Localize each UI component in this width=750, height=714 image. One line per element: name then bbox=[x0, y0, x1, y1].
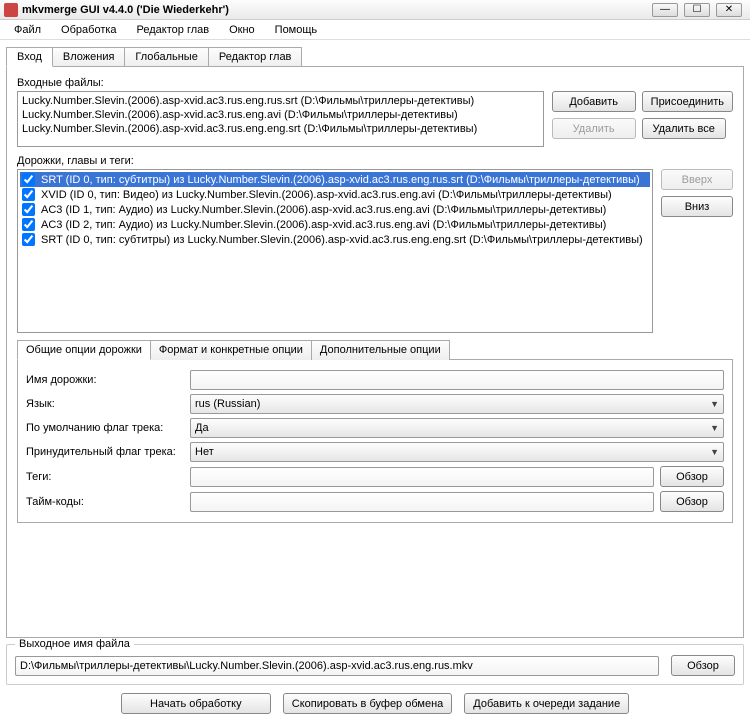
track-row[interactable]: AC3 (ID 1, тип: Аудио) из Lucky.Number.S… bbox=[20, 202, 650, 217]
menu-chapters[interactable]: Редактор глав bbox=[127, 22, 220, 38]
output-file-label: Выходное имя файла bbox=[15, 638, 134, 650]
track-text: SRT (ID 0, тип: субтитры) из Lucky.Numbe… bbox=[41, 174, 640, 186]
main-tabs: Вход Вложения Глобальные Редактор глав bbox=[6, 46, 750, 66]
output-browse-button[interactable]: Обзор bbox=[671, 655, 735, 676]
track-name-label: Имя дорожки: bbox=[26, 374, 184, 386]
inner-tab-extra[interactable]: Дополнительные опции bbox=[311, 340, 450, 360]
tags-input[interactable] bbox=[190, 467, 654, 487]
forced-flag-combo[interactable]: Нет ▼ bbox=[190, 442, 724, 462]
timecodes-label: Тайм-коды: bbox=[26, 496, 184, 508]
tab-input[interactable]: Вход bbox=[6, 47, 53, 67]
tab-page-input: Входные файлы: Lucky.Number.Slevin.(2006… bbox=[6, 66, 744, 638]
tab-attachments[interactable]: Вложения bbox=[52, 47, 126, 67]
track-checkbox[interactable] bbox=[22, 233, 35, 246]
track-checkbox[interactable] bbox=[22, 218, 35, 231]
file-row[interactable]: Lucky.Number.Slevin.(2006).asp-xvid.ac3.… bbox=[20, 94, 541, 108]
track-row[interactable]: AC3 (ID 2, тип: Аудио) из Lucky.Number.S… bbox=[20, 217, 650, 232]
inner-tab-general[interactable]: Общие опции дорожки bbox=[17, 340, 151, 360]
down-button[interactable]: Вниз bbox=[661, 196, 733, 217]
track-name-input[interactable] bbox=[190, 370, 724, 390]
chevron-down-icon: ▼ bbox=[710, 447, 719, 457]
file-row[interactable]: Lucky.Number.Slevin.(2006).asp-xvid.ac3.… bbox=[20, 108, 541, 122]
tags-browse-button[interactable]: Обзор bbox=[660, 466, 724, 487]
maximize-button[interactable]: ☐ bbox=[684, 3, 710, 17]
track-row[interactable]: SRT (ID 0, тип: субтитры) из Lucky.Numbe… bbox=[20, 232, 650, 247]
output-group: Выходное имя файла Обзор bbox=[6, 644, 744, 685]
app-icon bbox=[4, 3, 18, 17]
chevron-down-icon: ▼ bbox=[710, 423, 719, 433]
append-button[interactable]: Присоединить bbox=[642, 91, 733, 112]
input-files-list[interactable]: Lucky.Number.Slevin.(2006).asp-xvid.ac3.… bbox=[17, 91, 544, 147]
timecodes-input[interactable] bbox=[190, 492, 654, 512]
menu-help[interactable]: Помощь bbox=[265, 22, 328, 38]
close-button[interactable]: ✕ bbox=[716, 3, 742, 17]
language-combo[interactable]: rus (Russian) ▼ bbox=[190, 394, 724, 414]
track-checkbox[interactable] bbox=[22, 173, 35, 186]
up-button[interactable]: Вверх bbox=[661, 169, 733, 190]
tab-chapter-editor[interactable]: Редактор глав bbox=[208, 47, 303, 67]
timecodes-browse-button[interactable]: Обзор bbox=[660, 491, 724, 512]
tags-label: Теги: bbox=[26, 471, 184, 483]
track-row[interactable]: XVID (ID 0, тип: Видео) из Lucky.Number.… bbox=[20, 187, 650, 202]
copy-clipboard-button[interactable]: Скопировать в буфер обмена bbox=[283, 693, 452, 714]
track-options-tabs: Общие опции дорожки Формат и конкретные … bbox=[17, 339, 733, 359]
track-text: AC3 (ID 2, тип: Аудио) из Lucky.Number.S… bbox=[41, 219, 606, 231]
menu-window[interactable]: Окно bbox=[219, 22, 265, 38]
default-flag-value: Да bbox=[195, 422, 209, 434]
add-button[interactable]: Добавить bbox=[552, 91, 636, 112]
menubar: Файл Обработка Редактор глав Окно Помощь bbox=[0, 20, 750, 40]
minimize-button[interactable]: — bbox=[652, 3, 678, 17]
track-text: AC3 (ID 1, тип: Аудио) из Lucky.Number.S… bbox=[41, 204, 606, 216]
track-text: XVID (ID 0, тип: Видео) из Lucky.Number.… bbox=[41, 189, 612, 201]
start-button[interactable]: Начать обработку bbox=[121, 693, 271, 714]
forced-flag-label: Принудительный флаг трека: bbox=[26, 446, 184, 458]
language-label: Язык: bbox=[26, 398, 184, 410]
track-options-panel: Имя дорожки: Язык: rus (Russian) ▼ По ум… bbox=[17, 359, 733, 523]
track-checkbox[interactable] bbox=[22, 188, 35, 201]
default-flag-combo[interactable]: Да ▼ bbox=[190, 418, 724, 438]
remove-all-button[interactable]: Удалить все bbox=[642, 118, 726, 139]
titlebar: mkvmerge GUI v4.4.0 ('Die Wiederkehr') —… bbox=[0, 0, 750, 20]
window-title: mkvmerge GUI v4.4.0 ('Die Wiederkehr') bbox=[22, 4, 229, 16]
language-value: rus (Russian) bbox=[195, 398, 260, 410]
default-flag-label: По умолчанию флаг трека: bbox=[26, 422, 184, 434]
menu-mux[interactable]: Обработка bbox=[51, 22, 126, 38]
tracks-list[interactable]: SRT (ID 0, тип: субтитры) из Lucky.Numbe… bbox=[17, 169, 653, 333]
inner-tab-format[interactable]: Формат и конкретные опции bbox=[150, 340, 312, 360]
track-text: SRT (ID 0, тип: субтитры) из Lucky.Numbe… bbox=[41, 234, 643, 246]
output-file-input[interactable] bbox=[15, 656, 659, 676]
forced-flag-value: Нет bbox=[195, 446, 214, 458]
tracks-label: Дорожки, главы и теги: bbox=[17, 155, 733, 167]
bottom-buttons: Начать обработку Скопировать в буфер обм… bbox=[0, 693, 750, 714]
add-queue-button[interactable]: Добавить к очереди задание bbox=[464, 693, 629, 714]
file-row[interactable]: Lucky.Number.Slevin.(2006).asp-xvid.ac3.… bbox=[20, 122, 541, 136]
menu-file[interactable]: Файл bbox=[4, 22, 51, 38]
remove-button[interactable]: Удалить bbox=[552, 118, 636, 139]
track-checkbox[interactable] bbox=[22, 203, 35, 216]
track-row[interactable]: SRT (ID 0, тип: субтитры) из Lucky.Numbe… bbox=[20, 172, 650, 187]
chevron-down-icon: ▼ bbox=[710, 399, 719, 409]
input-files-label: Входные файлы: bbox=[17, 77, 733, 89]
tab-global[interactable]: Глобальные bbox=[124, 47, 208, 67]
